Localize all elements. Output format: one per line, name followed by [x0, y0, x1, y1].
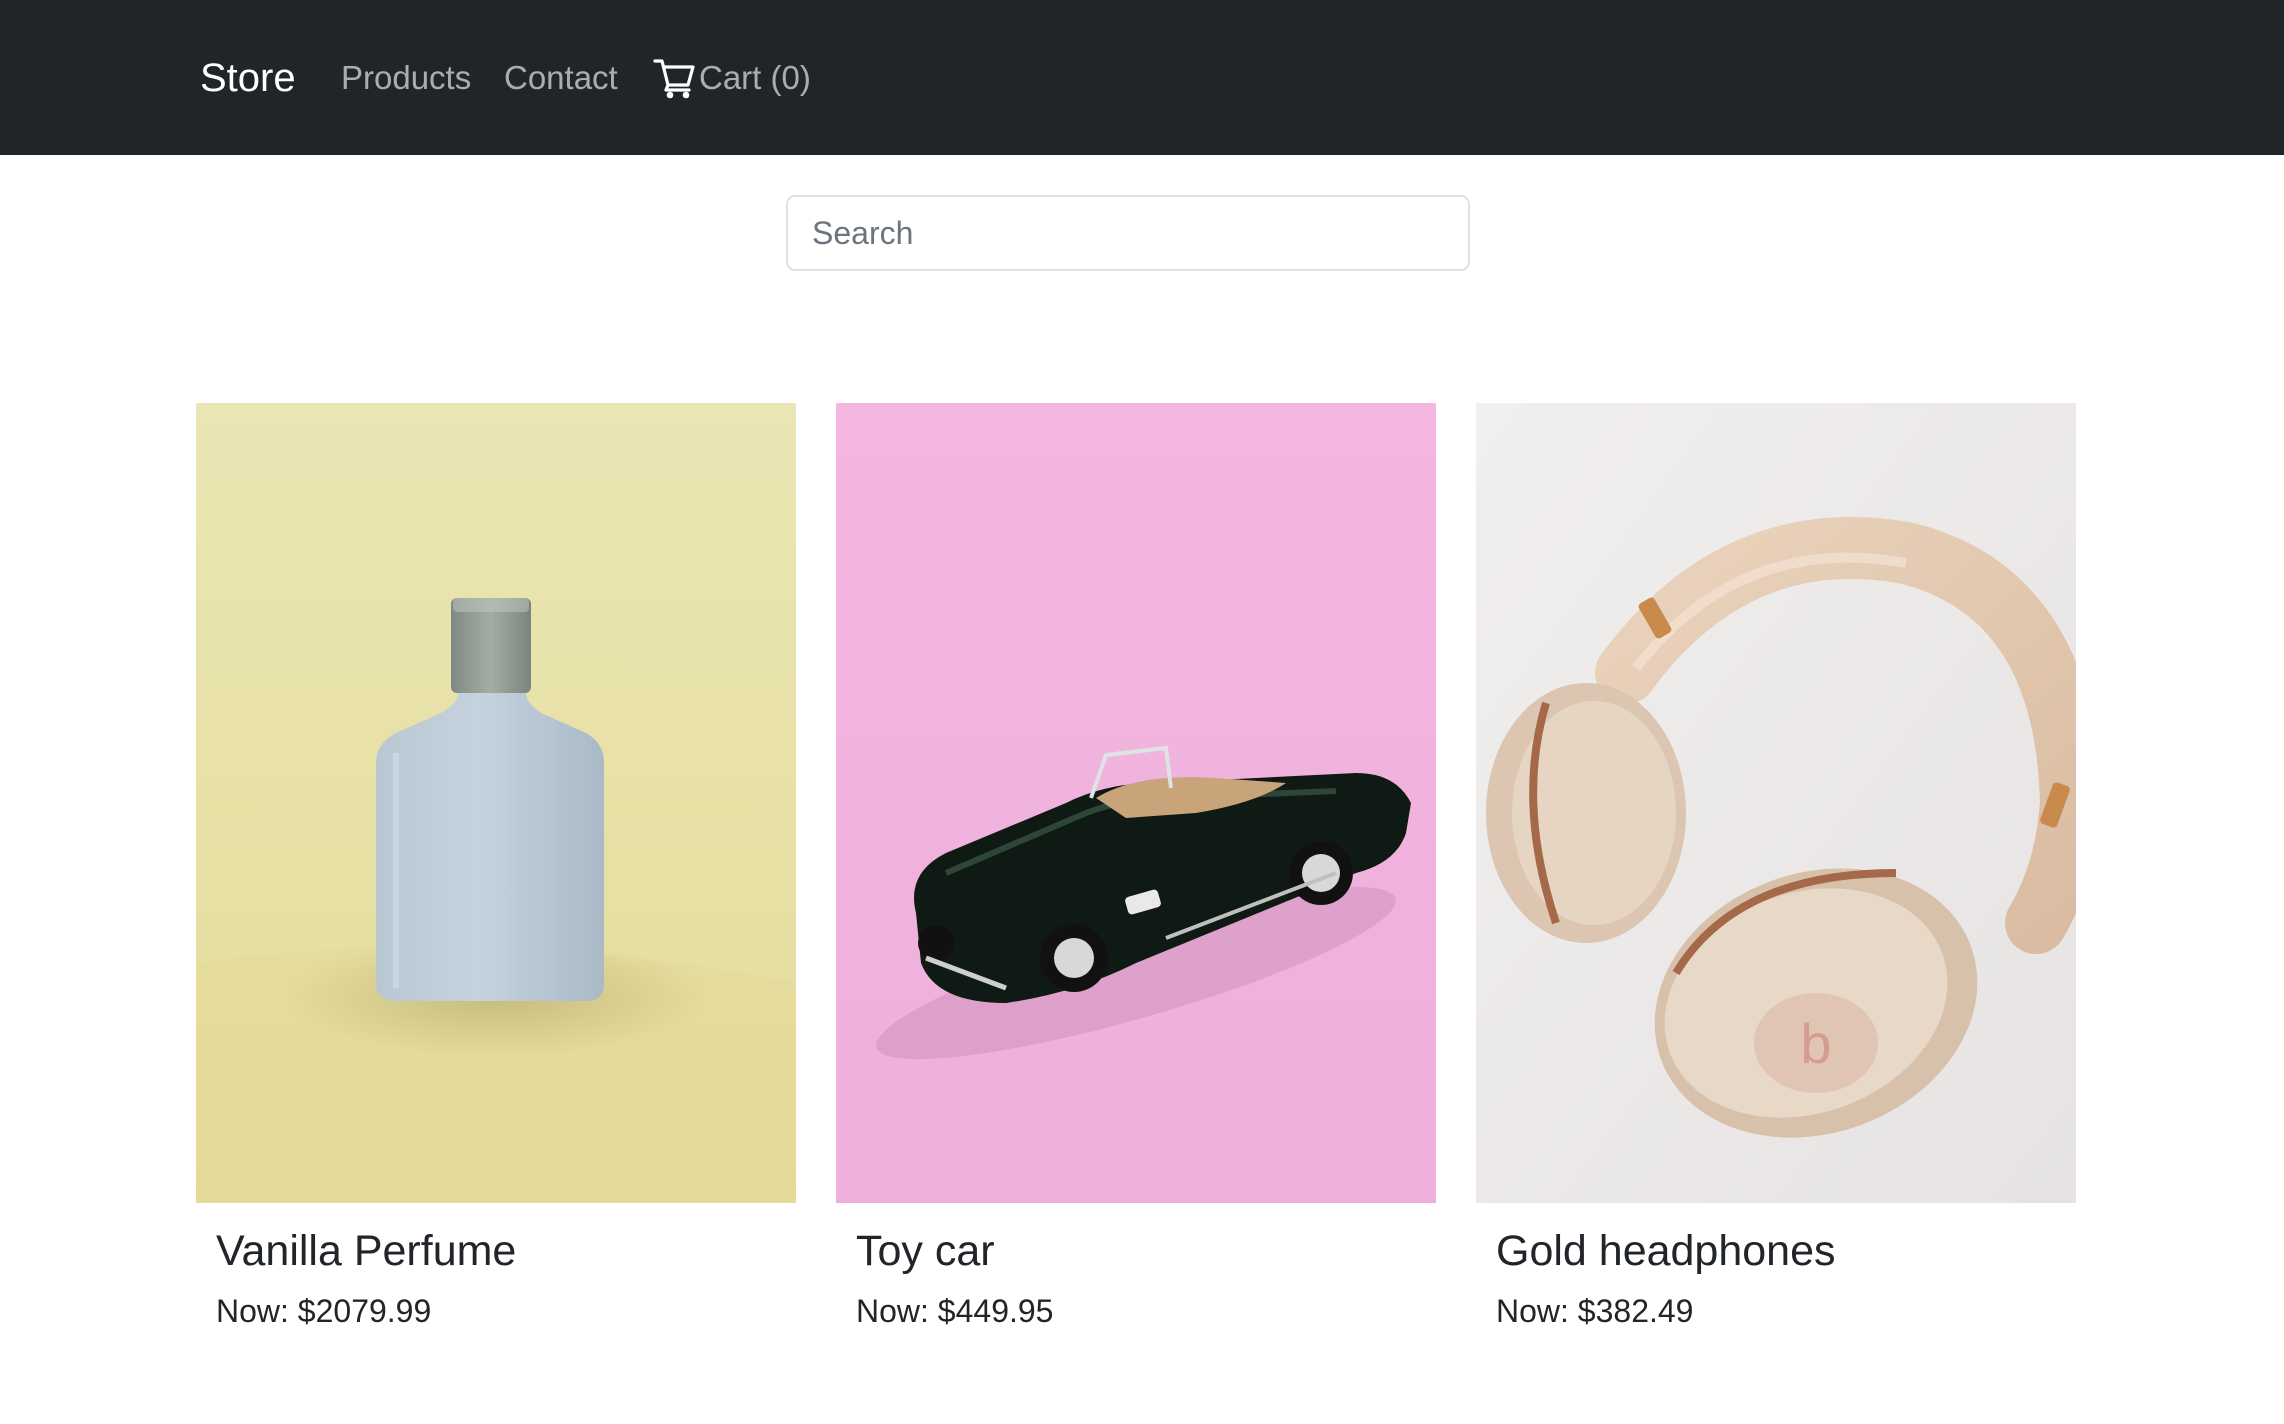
product-title[interactable]: Toy car: [856, 1225, 1436, 1277]
search-input[interactable]: [786, 195, 1470, 271]
product-card: b Gold headphones Now: $382.49: [1476, 403, 2076, 1331]
product-title[interactable]: Vanilla Perfume: [216, 1225, 796, 1277]
nav-link-cart[interactable]: Cart (0): [653, 56, 811, 100]
cart-icon: [653, 56, 695, 100]
product-price: Now: $2079.99: [216, 1293, 432, 1329]
product-image-perfume[interactable]: [196, 403, 796, 1203]
product-image-toy-car[interactable]: [836, 403, 1436, 1203]
top-navbar: Store Products Contact Cart (0): [0, 0, 2284, 155]
svg-text:b: b: [1800, 1012, 1831, 1075]
product-price: Now: $382.49: [1496, 1293, 1694, 1329]
cart-label: Cart (0): [699, 59, 811, 96]
nav-link-products[interactable]: Products: [341, 56, 471, 100]
product-card: Vanilla Perfume Now: $2079.99: [196, 403, 796, 1331]
product-title[interactable]: Gold headphones: [1496, 1225, 2076, 1277]
nav-link-contact[interactable]: Contact: [504, 56, 618, 100]
brand-link[interactable]: Store: [200, 52, 296, 104]
product-card: Toy car Now: $449.95: [836, 403, 1436, 1331]
product-price: Now: $449.95: [856, 1293, 1054, 1329]
product-image-headphones[interactable]: b: [1476, 403, 2076, 1203]
